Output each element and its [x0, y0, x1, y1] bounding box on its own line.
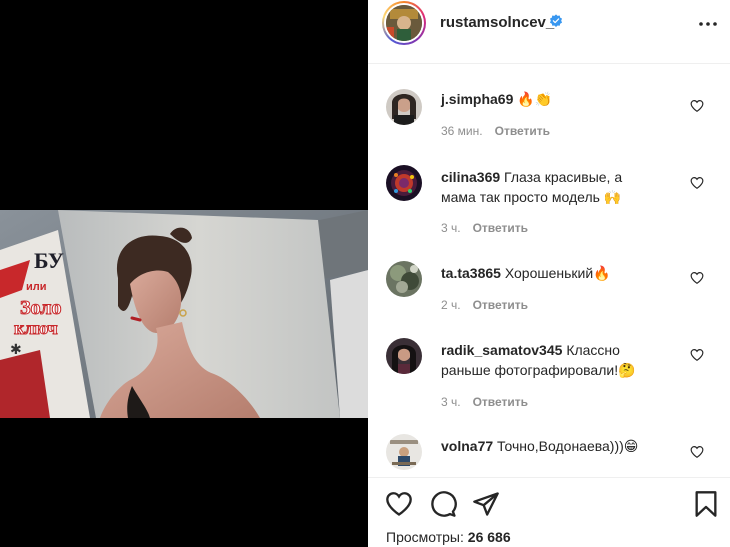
- comment-body: volna77 Точно,Водонаева)))😁: [441, 436, 651, 456]
- reply-button[interactable]: Ответить: [473, 395, 528, 409]
- reply-button[interactable]: Ответить: [495, 124, 550, 138]
- comment-meta: 3 ч. Ответить: [441, 221, 528, 235]
- comment-time: 3 ч.: [441, 221, 461, 235]
- comment-icon[interactable]: [429, 490, 457, 518]
- author-username[interactable]: rustamsolncev_: [440, 14, 554, 31]
- post-photo[interactable]: БУ или Золо ключ ✱: [0, 210, 368, 418]
- book-title-line: или: [26, 281, 47, 293]
- book-title-line: ключ: [14, 318, 58, 338]
- more-options-icon[interactable]: [698, 14, 718, 34]
- commenter-avatar[interactable]: [386, 434, 422, 470]
- comment-meta: 2 ч. Ответить: [441, 298, 528, 312]
- views-label: Просмотры:: [386, 529, 464, 545]
- comment-like-heart-icon[interactable]: [690, 348, 704, 362]
- views-number: 26 686: [467, 529, 511, 545]
- comment-meta: 3 ч. Ответить: [441, 395, 528, 409]
- comment-time: 3 ч.: [441, 395, 461, 409]
- comment-username[interactable]: radik_samatov345: [441, 342, 562, 358]
- post-actions-bar: Просмотры: 26 686: [368, 477, 730, 547]
- comment-text: Хорошенький🔥: [504, 265, 611, 281]
- comment-time: 36 мин.: [441, 124, 483, 138]
- commenter-avatar[interactable]: [386, 89, 422, 125]
- comment-like-heart-icon[interactable]: [690, 176, 704, 190]
- like-heart-icon[interactable]: [385, 490, 413, 518]
- author-avatar[interactable]: [382, 1, 426, 45]
- comment-like-heart-icon[interactable]: [690, 271, 704, 285]
- svg-text:✱: ✱: [10, 341, 22, 357]
- book-title-line: Золо: [20, 297, 62, 319]
- comment-text: 🔥👏: [517, 91, 553, 107]
- comment-time: 2 ч.: [441, 298, 461, 312]
- comment-body: cilina369 Глаза красивые, а мама так про…: [441, 167, 651, 207]
- save-bookmark-icon[interactable]: [692, 490, 720, 518]
- comment-body: j.simpha69 🔥👏: [441, 89, 651, 109]
- post-header: rustamsolncev_: [368, 0, 730, 64]
- comment-username[interactable]: ta.ta3865: [441, 265, 501, 281]
- reply-button[interactable]: Ответить: [473, 298, 528, 312]
- share-paper-plane-icon[interactable]: [472, 490, 500, 518]
- post-side-panel: rustamsolncev_ j.simpha69 🔥👏 36 мин. Отве: [368, 0, 730, 547]
- comment-username[interactable]: cilina369: [441, 169, 500, 185]
- comment-username[interactable]: volna77: [441, 438, 493, 454]
- book-title-line: БУ: [34, 248, 64, 273]
- commenter-avatar[interactable]: [386, 261, 422, 297]
- comment-username[interactable]: j.simpha69: [441, 91, 513, 107]
- comment-like-heart-icon[interactable]: [690, 99, 704, 113]
- views-count: Просмотры: 26 686: [386, 529, 511, 545]
- comment-meta: 36 мин. Ответить: [441, 124, 550, 138]
- post-media[interactable]: БУ или Золо ключ ✱: [0, 0, 368, 547]
- reply-button[interactable]: Ответить: [473, 221, 528, 235]
- comment-like-heart-icon[interactable]: [690, 445, 704, 459]
- commenter-avatar[interactable]: [386, 338, 422, 374]
- comment-text: Точно,Водонаева)))😁: [497, 438, 639, 454]
- comment-body: radik_samatov345 Классно раньше фотограф…: [441, 340, 651, 380]
- commenter-avatar[interactable]: [386, 165, 422, 201]
- verified-badge-icon: [549, 14, 563, 27]
- comment-body: ta.ta3865 Хорошенький🔥: [441, 263, 651, 283]
